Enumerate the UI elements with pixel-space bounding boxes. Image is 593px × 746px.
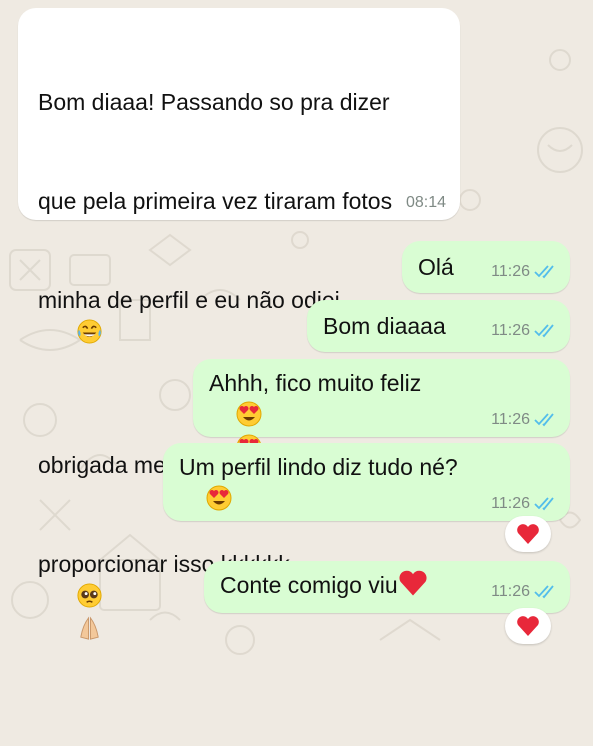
message-bubble-outgoing[interactable]: Um perfil lindo diz tudo né? 11:26 bbox=[163, 443, 570, 521]
message-meta: 11:26 bbox=[491, 263, 558, 281]
red-heart-emoji bbox=[517, 524, 539, 544]
message-time: 11:26 bbox=[491, 583, 530, 600]
pleading-face-emoji bbox=[77, 583, 102, 608]
red-heart-emoji bbox=[399, 570, 427, 596]
message-text: Um perfil lindo diz tudo né? bbox=[179, 451, 458, 550]
message-time: 11:26 bbox=[491, 322, 530, 339]
message-bubble-incoming[interactable]: Bom diaaa! Passando so pra dizer que pel… bbox=[18, 8, 460, 640]
heart-eyes-emoji bbox=[236, 401, 262, 427]
message-bubble-outgoing[interactable]: Bom diaaaa 11:26 bbox=[307, 300, 570, 352]
message-meta: 11:26 bbox=[491, 411, 558, 429]
message-text: Olá bbox=[418, 254, 454, 280]
message-time: 08:14 bbox=[405, 194, 446, 211]
message-time: 11:26 bbox=[491, 263, 530, 280]
message-bubble-outgoing[interactable]: Ahhh, fico muito feliz 11:26 bbox=[193, 359, 570, 460]
message-meta: 11:26 bbox=[491, 495, 558, 513]
message-time: 11:26 bbox=[491, 495, 530, 512]
read-receipt-icon bbox=[534, 585, 554, 599]
message-reaction[interactable] bbox=[505, 608, 551, 644]
message-text: Conte comigo viu bbox=[220, 569, 428, 635]
message-bubble-outgoing[interactable]: Conte comigo viu 11:26 bbox=[204, 561, 570, 613]
folded-hands-emoji bbox=[80, 616, 100, 640]
message-line: Bom diaaa! Passando so pra dizer bbox=[38, 89, 390, 115]
message-reaction[interactable] bbox=[505, 516, 551, 552]
message-meta: 11:26 bbox=[491, 322, 558, 340]
read-receipt-icon bbox=[534, 497, 554, 511]
laughing-tears-emoji bbox=[77, 319, 102, 344]
heart-eyes-emoji bbox=[206, 485, 232, 511]
message-bubble-outgoing[interactable]: Olá 11:26 bbox=[402, 241, 570, 293]
read-receipt-icon bbox=[534, 265, 554, 279]
message-meta: 11:26 bbox=[491, 583, 558, 601]
message-meta: 08:14 bbox=[406, 194, 446, 212]
read-receipt-icon bbox=[534, 413, 554, 427]
red-heart-emoji bbox=[517, 616, 539, 636]
read-receipt-icon bbox=[534, 324, 554, 338]
message-time: 11:26 bbox=[491, 411, 530, 428]
message-line: que pela primeira vez tiraram fotos bbox=[38, 188, 393, 214]
message-text: Bom diaaaa bbox=[323, 313, 446, 339]
